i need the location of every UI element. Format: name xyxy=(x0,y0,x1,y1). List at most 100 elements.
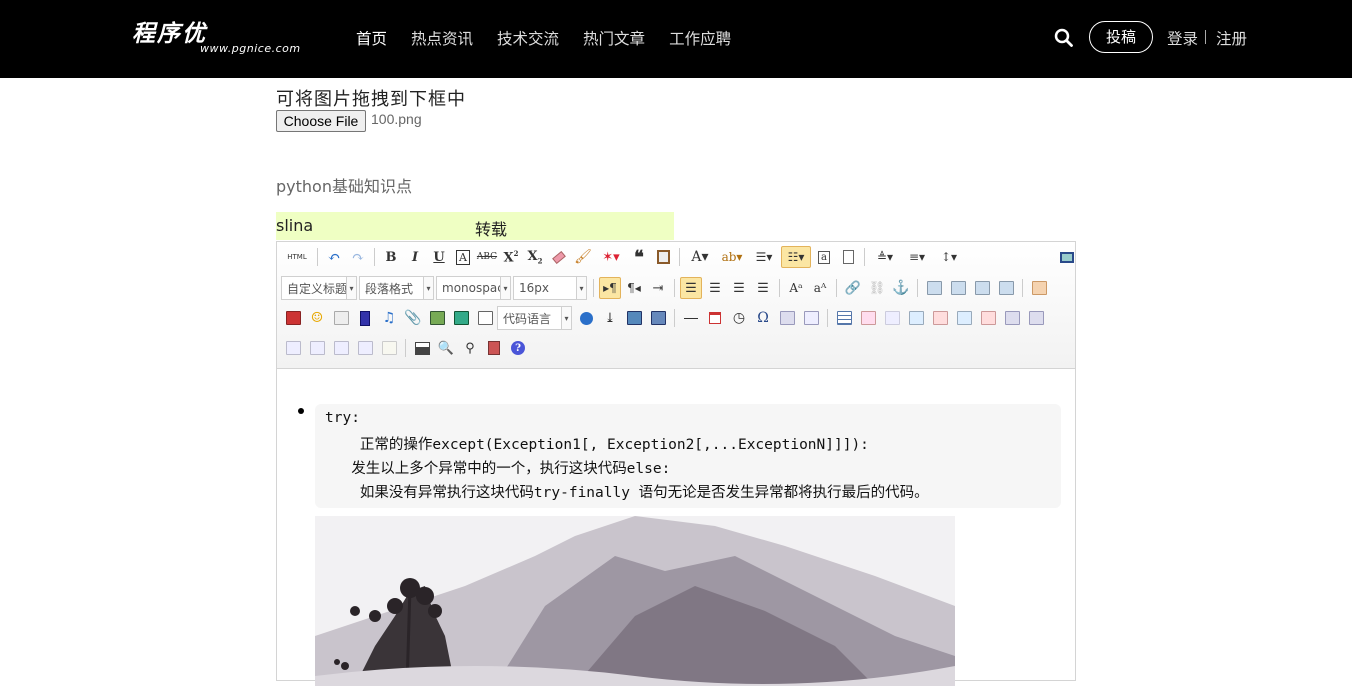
nav-item-hot-news[interactable]: 热点资讯 xyxy=(411,27,473,49)
line-height-icon[interactable]: ↕▾ xyxy=(934,246,964,268)
image-left-icon[interactable] xyxy=(947,277,969,299)
preview-icon[interactable]: 🔍 xyxy=(435,337,457,359)
superscript-icon[interactable]: X2 xyxy=(500,246,522,268)
emotion-icon[interactable]: ☺ xyxy=(306,307,328,329)
align-right-icon[interactable]: ☰ xyxy=(728,277,750,299)
auto-typeset-icon[interactable]: ✶▾ xyxy=(596,246,626,268)
insert-row-icon[interactable] xyxy=(905,307,927,329)
fullscreen-icon[interactable] xyxy=(1056,246,1078,268)
music-icon[interactable]: ♫ xyxy=(378,307,400,329)
font-family-select[interactable]: monospace ▾ xyxy=(436,276,511,300)
chevron-down-icon: ▾ xyxy=(500,277,510,299)
font-size-select[interactable]: 16px ▾ xyxy=(513,276,587,300)
align-justify-icon[interactable]: ☰ xyxy=(752,277,774,299)
multi-image-icon[interactable] xyxy=(282,307,304,329)
site-logo[interactable]: 程序优 www.pgnice.com xyxy=(130,14,310,60)
unlink-icon[interactable]: ⛓ xyxy=(866,277,888,299)
insert-frame-icon[interactable] xyxy=(426,307,448,329)
help-icon[interactable]: ? xyxy=(507,337,529,359)
editor-content[interactable]: try: 正常的操作except(Exception1[, Exception2… xyxy=(277,370,1075,686)
landscape-painting-image[interactable] xyxy=(315,516,955,686)
split-to-rows-icon[interactable] xyxy=(330,337,352,359)
login-link[interactable]: 登录 xyxy=(1167,27,1198,49)
strikethrough-icon[interactable]: ABC xyxy=(476,246,498,268)
highlight-color-icon[interactable]: ab▾ xyxy=(717,246,747,268)
merge-right-icon[interactable] xyxy=(1025,307,1047,329)
page-break-icon[interactable]: ⤓ xyxy=(599,307,621,329)
font-color-icon[interactable]: A▾ xyxy=(685,246,715,268)
drafts-icon[interactable] xyxy=(483,337,505,359)
snap-screen-icon[interactable] xyxy=(776,307,798,329)
italic-icon[interactable]: I xyxy=(404,246,426,268)
insert-video-icon[interactable] xyxy=(354,307,376,329)
code-language-select[interactable]: 代码语言 ▾ xyxy=(497,306,572,330)
nav-item-tech-exchange[interactable]: 技术交流 xyxy=(497,27,559,49)
anchor-icon[interactable]: ⚓ xyxy=(890,277,912,299)
row-spacing-top-icon[interactable]: ≜▾ xyxy=(870,246,900,268)
align-left-icon[interactable]: ☰ xyxy=(680,277,702,299)
format-brush-icon[interactable]: 🖌 xyxy=(572,246,594,268)
redo-icon[interactable]: ↷ xyxy=(347,246,369,268)
date-icon[interactable] xyxy=(704,307,726,329)
select-all-icon[interactable]: a xyxy=(813,246,835,268)
template-icon[interactable] xyxy=(623,307,645,329)
nav-item-home[interactable]: 首页 xyxy=(356,27,387,49)
split-to-cells-icon[interactable] xyxy=(306,337,328,359)
background-icon[interactable] xyxy=(647,307,669,329)
paste-plain-icon[interactable] xyxy=(652,246,674,268)
search-icon[interactable] xyxy=(1054,28,1074,48)
split-to-cols-icon[interactable] xyxy=(354,337,376,359)
ltr-direction-icon[interactable]: ▸¶ xyxy=(599,277,621,299)
code-block[interactable]: try: 正常的操作except(Exception1[, Exception2… xyxy=(315,404,1061,508)
eraser-icon[interactable] xyxy=(548,246,570,268)
search-replace-icon[interactable]: ⚲ xyxy=(459,337,481,359)
nav-item-hot-articles[interactable]: 热门文章 xyxy=(583,27,645,49)
underline-icon[interactable]: U xyxy=(428,246,450,268)
attachment-icon[interactable]: 📎 xyxy=(402,307,424,329)
delete-row-icon[interactable] xyxy=(929,307,951,329)
rtl-direction-icon[interactable]: ¶◂ xyxy=(623,277,645,299)
clear-doc-icon[interactable] xyxy=(837,246,859,268)
image-right-icon[interactable] xyxy=(971,277,993,299)
subscript-icon[interactable]: X2 xyxy=(524,246,546,268)
insert-table-icon[interactable] xyxy=(833,307,855,329)
indent-icon[interactable]: ⇥ xyxy=(647,277,669,299)
align-center-icon[interactable]: ☰ xyxy=(704,277,726,299)
html-source-icon[interactable]: HTML xyxy=(282,246,312,268)
delete-table-icon[interactable] xyxy=(857,307,879,329)
scrawl-icon[interactable] xyxy=(330,307,352,329)
web-app-icon[interactable] xyxy=(575,307,597,329)
register-link[interactable]: 注册 xyxy=(1216,27,1247,49)
insert-code-icon[interactable] xyxy=(474,307,496,329)
insert-col-icon[interactable] xyxy=(953,307,975,329)
horizontal-rule-icon[interactable] xyxy=(680,307,702,329)
post-article-button[interactable]: 投稿 xyxy=(1089,21,1153,53)
font-border-icon[interactable]: A xyxy=(452,246,474,268)
charts-icon[interactable] xyxy=(378,337,400,359)
insert-image-icon[interactable] xyxy=(1028,277,1050,299)
nav-item-jobs[interactable]: 工作应聘 xyxy=(669,27,731,49)
word-image-icon[interactable] xyxy=(800,307,822,329)
unordered-list-icon[interactable]: ☷▾ xyxy=(781,246,811,268)
paragraph-format-select[interactable]: 段落格式 ▾ xyxy=(359,276,434,300)
row-spacing-bottom-icon[interactable]: ≡▾ xyxy=(902,246,932,268)
merge-down-icon[interactable] xyxy=(282,337,304,359)
image-none-icon[interactable] xyxy=(923,277,945,299)
delete-col-icon[interactable] xyxy=(977,307,999,329)
special-chars-icon[interactable]: Ω xyxy=(752,307,774,329)
bold-icon[interactable]: B xyxy=(380,246,402,268)
to-lowercase-icon[interactable]: aᴬ xyxy=(809,277,831,299)
merge-cells-icon[interactable] xyxy=(1001,307,1023,329)
image-center-icon[interactable] xyxy=(995,277,1017,299)
time-icon[interactable]: ◷ xyxy=(728,307,750,329)
undo-icon[interactable]: ↶ xyxy=(323,246,345,268)
print-icon[interactable] xyxy=(411,337,433,359)
google-map-icon[interactable] xyxy=(450,307,472,329)
custom-title-select[interactable]: 自定义标题 ▾ xyxy=(281,276,357,300)
ordered-list-icon[interactable]: ☰▾ xyxy=(749,246,779,268)
blockquote-icon[interactable]: ❝ xyxy=(628,246,650,268)
to-uppercase-icon[interactable]: Aᵃ xyxy=(785,277,807,299)
link-icon[interactable]: 🔗 xyxy=(842,277,864,299)
insert-paragraph-before-table-icon[interactable] xyxy=(881,307,903,329)
choose-file-button[interactable]: Choose File xyxy=(276,110,366,132)
